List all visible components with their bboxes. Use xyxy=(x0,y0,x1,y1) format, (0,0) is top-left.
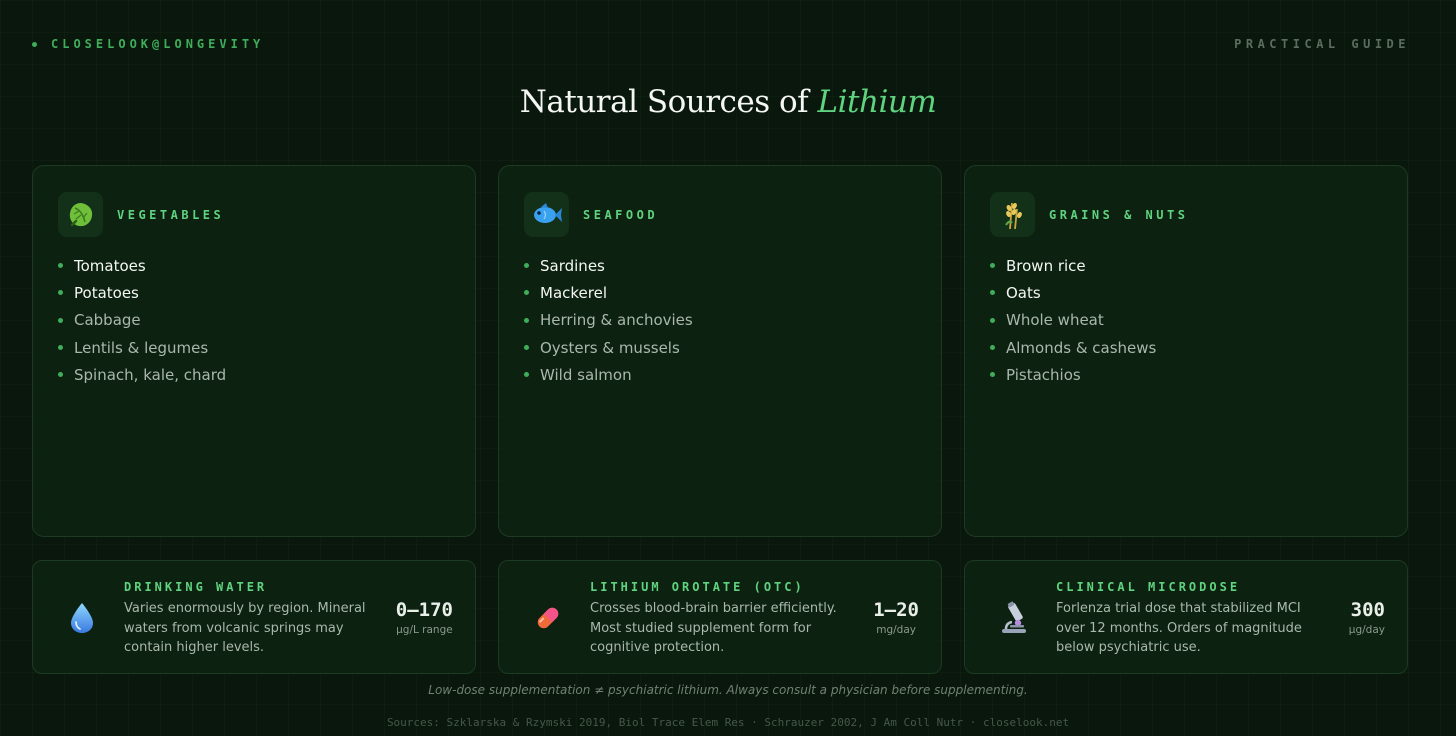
info-description: Crosses blood-brain barrier efficiently.… xyxy=(590,601,837,655)
info-value: 0–170 µg/L range xyxy=(396,599,453,636)
category-card-grains-nuts: GRAINS & NUTS Brown rice Oats Whole whea… xyxy=(964,165,1408,537)
water-drop-icon xyxy=(66,601,98,635)
info-value: 1–20 mg/day xyxy=(873,599,919,636)
microscope-icon xyxy=(998,601,1030,635)
list-item: Spinach, kale, chard xyxy=(58,361,226,388)
title-prefix: Natural Sources of xyxy=(519,84,809,120)
category-card-seafood: SEAFOOD Sardines Mackerel Herring & anch… xyxy=(498,165,942,537)
wheat-icon xyxy=(990,192,1035,237)
info-unit: mg/day xyxy=(876,624,916,636)
info-number: 1–20 xyxy=(873,599,919,621)
list-item: Potatoes xyxy=(58,279,226,306)
info-description: Varies enormously by region. Mineral wat… xyxy=(124,601,366,655)
card-header: GRAINS & NUTS xyxy=(990,192,1188,237)
card-header: SEAFOOD xyxy=(524,192,658,237)
item-list: Sardines Mackerel Herring & anchovies Oy… xyxy=(524,252,693,388)
brand-text: CLOSELOOK@LONGEVITY xyxy=(51,37,265,51)
page-title: Natural Sources of Lithium xyxy=(0,84,1456,120)
info-value: 300 µg/day xyxy=(1349,599,1385,636)
info-title: CLINICAL MICRODOSE xyxy=(1056,580,1241,594)
info-number: 0–170 xyxy=(395,599,453,621)
top-bar: CLOSELOOK@LONGEVITY PRACTICAL GUIDE xyxy=(32,36,1410,52)
pill-icon xyxy=(532,601,564,635)
sources-footer: Sources: Szklarska & Rzymski 2019, Biol … xyxy=(386,716,1070,729)
list-item: Sardines xyxy=(524,252,693,279)
list-item: Mackerel xyxy=(524,279,693,306)
leafy-green-icon xyxy=(58,192,103,237)
card-title: GRAINS & NUTS xyxy=(1049,207,1189,222)
list-item: Whole wheat xyxy=(990,307,1156,334)
card-header: VEGETABLES xyxy=(58,192,224,237)
info-unit: µg/day xyxy=(1348,624,1385,636)
disclaimer: Low-dose supplementation ≠ psychiatric l… xyxy=(428,683,1028,697)
list-item: Oysters & mussels xyxy=(524,334,693,361)
info-card-drinking-water: DRINKING WATER Varies enormously by regi… xyxy=(32,560,476,674)
item-list: Tomatoes Potatoes Cabbage Lentils & legu… xyxy=(58,252,226,388)
list-item: Oats xyxy=(990,279,1156,306)
card-title: VEGETABLES xyxy=(117,207,225,222)
fish-icon xyxy=(524,192,569,237)
title-accent: Lithium xyxy=(817,84,937,120)
list-item: Brown rice xyxy=(990,252,1156,279)
info-title: LITHIUM OROTATE (OTC) xyxy=(590,580,805,594)
info-number: 300 xyxy=(1350,599,1385,621)
list-item: Herring & anchovies xyxy=(524,307,693,334)
list-item: Tomatoes xyxy=(58,252,226,279)
info-description: Forlenza trial dose that stabilized MCI … xyxy=(1056,601,1302,655)
list-item: Lentils & legumes xyxy=(58,334,226,361)
info-card-clinical-microdose: CLINICAL MICRODOSE Forlenza trial dose t… xyxy=(964,560,1408,674)
list-item: Cabbage xyxy=(58,307,226,334)
list-item: Wild salmon xyxy=(524,361,693,388)
brand-dot-icon xyxy=(32,41,37,47)
list-item: Almonds & cashews xyxy=(990,334,1156,361)
brand: CLOSELOOK@LONGEVITY xyxy=(32,37,264,51)
info-unit: µg/L range xyxy=(396,624,453,636)
list-item: Pistachios xyxy=(990,361,1156,388)
card-title: SEAFOOD xyxy=(583,207,659,222)
info-card-lithium-orotate: LITHIUM OROTATE (OTC) Crosses blood-brai… xyxy=(498,560,942,674)
guide-tag: PRACTICAL GUIDE xyxy=(1234,37,1410,51)
info-title: DRINKING WATER xyxy=(124,580,268,594)
item-list: Brown rice Oats Whole wheat Almonds & ca… xyxy=(990,252,1156,388)
category-card-vegetables: VEGETABLES Tomatoes Potatoes Cabbage Len… xyxy=(32,165,476,537)
